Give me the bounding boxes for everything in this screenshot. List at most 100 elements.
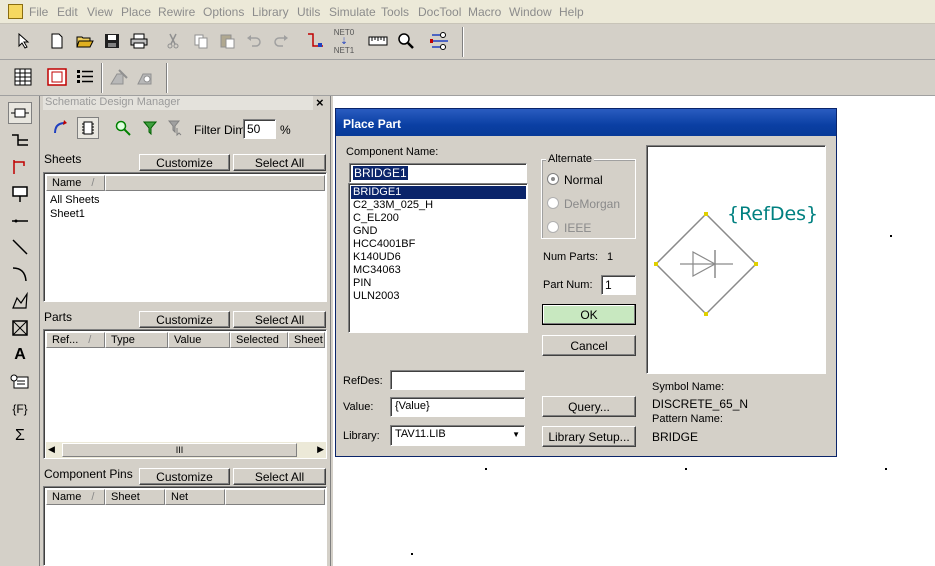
spreadsheet-icon[interactable] — [12, 66, 34, 88]
sheets-col-name[interactable]: Name / — [46, 175, 105, 191]
sheets-customize-button[interactable]: Customize — [139, 154, 230, 171]
chip-icon[interactable] — [77, 117, 99, 139]
select-arrow-icon[interactable] — [13, 30, 35, 52]
radio-demorgan[interactable] — [547, 197, 559, 209]
save-icon[interactable] — [101, 30, 123, 52]
app-icon[interactable] — [8, 4, 23, 19]
new-file-icon[interactable] — [46, 30, 68, 52]
list-item[interactable]: MC34063 — [351, 264, 526, 277]
scroll-right-icon[interactable]: ▶ — [317, 444, 324, 455]
design-manager-icon[interactable] — [46, 66, 68, 88]
menu-window[interactable]: Window — [509, 5, 552, 19]
menu-macro[interactable]: Macro — [468, 5, 501, 19]
cancel-button[interactable]: Cancel — [542, 335, 636, 356]
zoom-find-icon[interactable] — [112, 117, 134, 139]
sheets-select-all-button[interactable]: Select All — [233, 154, 326, 171]
place-part-icon[interactable] — [8, 102, 32, 124]
arc-icon[interactable] — [8, 263, 32, 285]
place-port-icon[interactable] — [8, 156, 32, 178]
print-icon[interactable] — [128, 30, 150, 52]
list-item[interactable]: C_EL200 — [351, 212, 526, 225]
field-icon[interactable] — [8, 371, 32, 393]
radio-ieee[interactable] — [547, 221, 559, 233]
close-icon[interactable]: × — [316, 95, 324, 110]
pins-select-all-button[interactable]: Select All — [233, 468, 326, 485]
list-item[interactable]: GND — [351, 225, 526, 238]
menu-edit[interactable]: Edit — [57, 5, 78, 19]
parts-col-type[interactable]: Type — [105, 332, 168, 348]
part-num-input[interactable]: 1 — [601, 275, 636, 295]
list-item[interactable]: C2_33M_025_H — [351, 199, 526, 212]
ok-button[interactable]: OK — [542, 304, 636, 325]
line-icon[interactable] — [8, 236, 32, 258]
sigma-icon[interactable]: Σ — [8, 425, 32, 447]
menu-doctool[interactable]: DocTool — [418, 5, 461, 19]
refresh-icon[interactable] — [49, 117, 71, 139]
rectangle-icon[interactable] — [8, 317, 32, 339]
cut-icon[interactable] — [162, 30, 184, 52]
library-select[interactable]: TAV11.LIB ▼ — [390, 425, 525, 446]
parts-horizontal-scrollbar[interactable]: ◀ III ▶ — [46, 442, 326, 458]
list-item[interactable]: PIN — [351, 277, 526, 290]
list-item[interactable]: All Sheets — [50, 194, 100, 206]
menu-view[interactable]: View — [87, 5, 113, 19]
list-item[interactable]: BRIDGE1 — [351, 186, 526, 199]
place-bus-icon[interactable] — [8, 129, 32, 151]
value-input[interactable]: {Value} — [390, 397, 525, 417]
zoom-icon[interactable] — [395, 30, 417, 52]
parts-col-refdes[interactable]: Ref... / — [46, 332, 105, 348]
menu-options[interactable]: Options — [203, 5, 244, 19]
menu-rewire[interactable]: Rewire — [158, 5, 195, 19]
net-rename-icon[interactable]: NET0 ⇣ NET1 — [332, 28, 356, 55]
pins-customize-button[interactable]: Customize — [139, 468, 230, 485]
list-item[interactable]: HCC4001BF — [351, 238, 526, 251]
polygon-icon[interactable] — [8, 290, 32, 312]
list-item[interactable]: Sheet1 — [50, 208, 85, 220]
parts-col-value[interactable]: Value — [168, 332, 230, 348]
list-item[interactable]: K140UD6 — [351, 251, 526, 264]
scroll-thumb[interactable]: III — [62, 443, 297, 457]
component-name-input[interactable]: BRIDGE1 — [349, 163, 527, 183]
pins-col-sheet[interactable]: Sheet — [105, 489, 165, 505]
fields-icon[interactable]: {F} — [8, 398, 32, 420]
paste-icon[interactable] — [216, 30, 238, 52]
parts-select-all-button[interactable]: Select All — [233, 311, 326, 328]
refdes-input[interactable] — [390, 370, 525, 390]
text-icon[interactable]: A — [8, 344, 32, 366]
menu-library[interactable]: Library — [252, 5, 289, 19]
place-wire-icon[interactable] — [8, 210, 32, 232]
ruler-icon[interactable] — [367, 30, 389, 52]
menu-file[interactable]: File — [29, 5, 48, 19]
parts-col-selected[interactable]: Selected — [230, 332, 288, 348]
scroll-left-icon[interactable]: ◀ — [48, 444, 55, 455]
undo-icon[interactable] — [243, 30, 265, 52]
query-button[interactable]: Query... — [542, 396, 636, 417]
copy-icon[interactable] — [190, 30, 212, 52]
edit-symbol-icon[interactable] — [108, 66, 130, 88]
menu-help[interactable]: Help — [559, 5, 584, 19]
filter-select-icon[interactable] — [165, 117, 187, 139]
netlist-icon[interactable] — [429, 30, 451, 52]
pins-col-name[interactable]: Name / — [46, 489, 105, 505]
list-item[interactable]: ULN2003 — [351, 290, 526, 303]
library-setup-button[interactable]: Library Setup... — [542, 426, 636, 447]
parts-col-sheet[interactable]: Sheet — [288, 332, 325, 348]
edit-pattern-icon[interactable] — [134, 66, 156, 88]
menu-simulate[interactable]: Simulate — [329, 5, 376, 19]
filter-icon[interactable] — [139, 117, 161, 139]
menu-place[interactable]: Place — [121, 5, 151, 19]
radio-normal[interactable] — [547, 173, 559, 185]
chevron-down-icon[interactable]: ▼ — [512, 430, 520, 439]
menu-tools[interactable]: Tools — [381, 5, 409, 19]
filter-dim-input[interactable]: 50 — [243, 119, 276, 139]
place-pin-icon[interactable] — [8, 183, 32, 205]
menu-utils[interactable]: Utils — [297, 5, 320, 19]
parts-customize-button[interactable]: Customize — [139, 311, 230, 328]
wire-tool-icon[interactable] — [304, 30, 326, 52]
redo-icon[interactable] — [270, 30, 292, 52]
component-list[interactable]: BRIDGE1 C2_33M_025_H C_EL200 GND HCC4001… — [348, 183, 528, 333]
parts-col-refdes-label: Ref... — [52, 334, 79, 346]
open-folder-icon[interactable] — [74, 30, 96, 52]
list-view-icon[interactable] — [74, 66, 96, 88]
pins-col-net[interactable]: Net — [165, 489, 225, 505]
